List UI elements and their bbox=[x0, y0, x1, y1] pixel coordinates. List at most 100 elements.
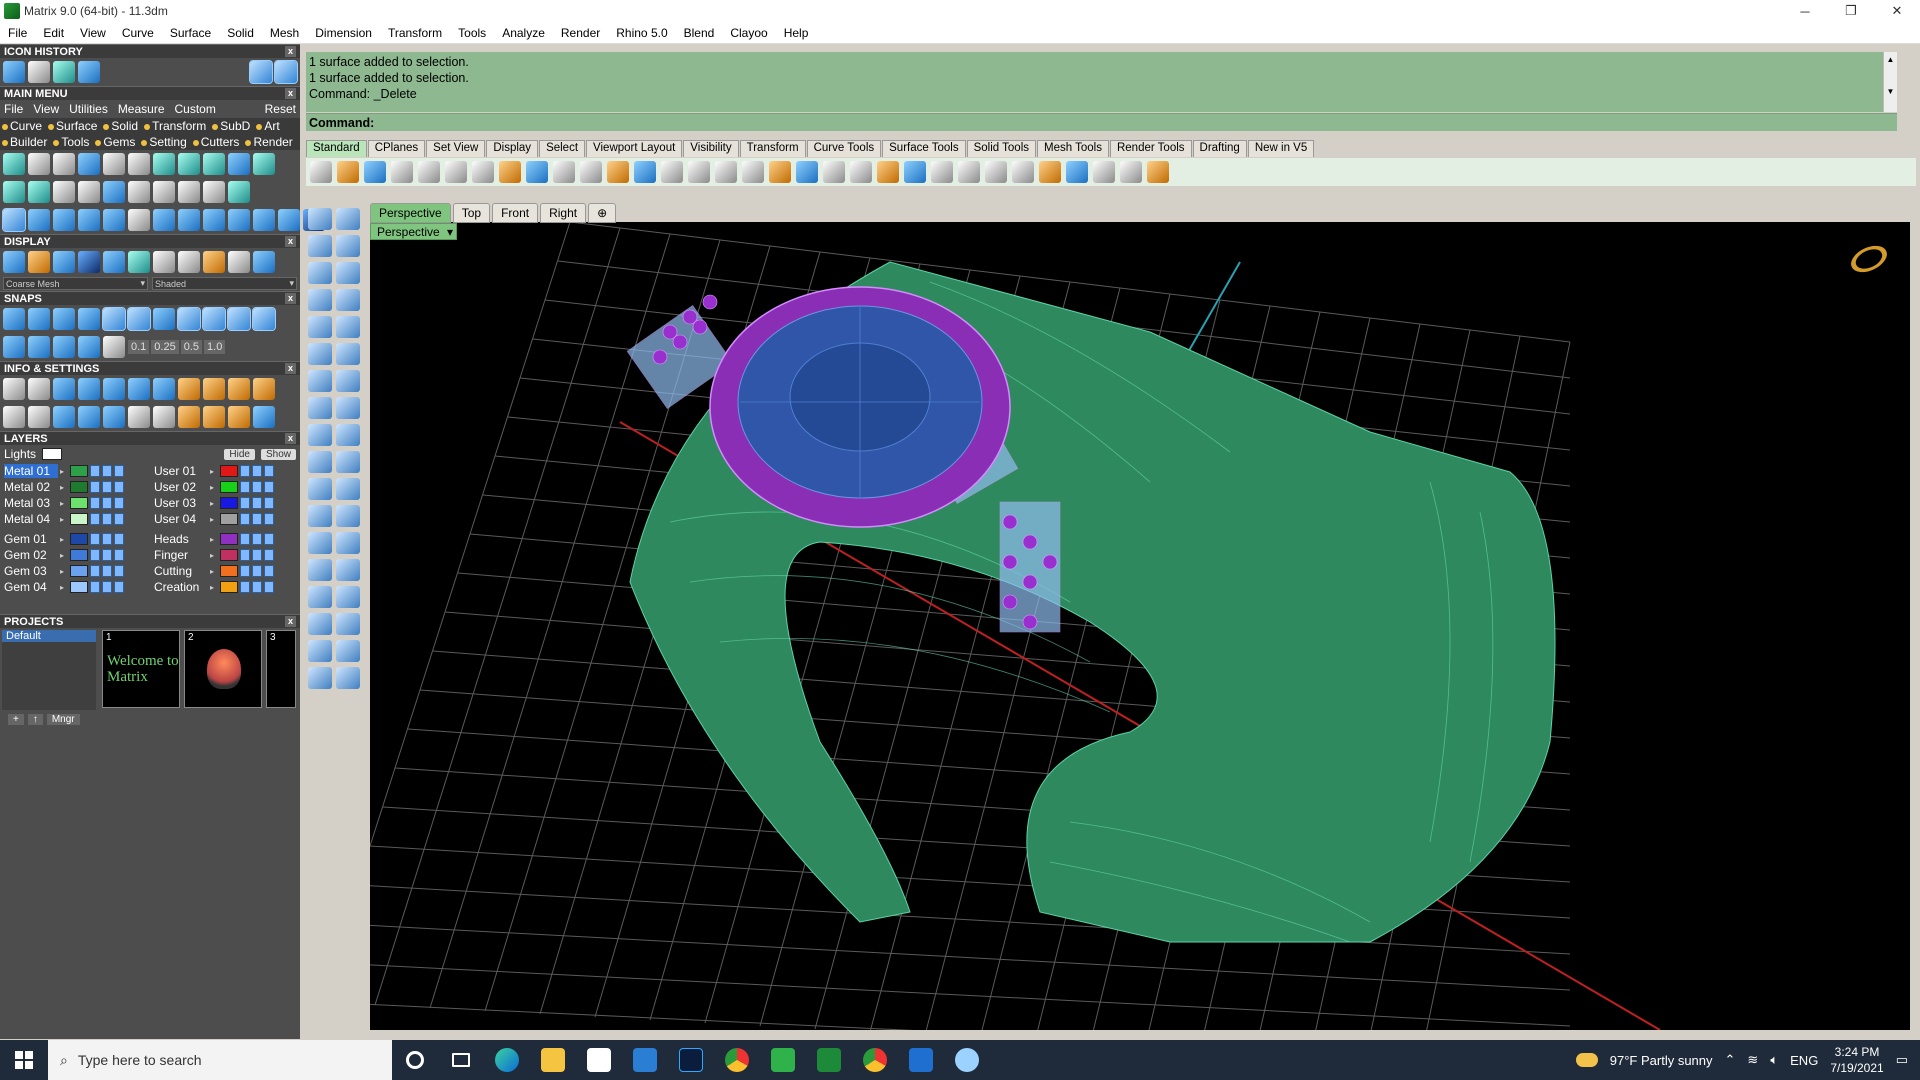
scrollbar[interactable]: ▲ ▼ bbox=[1883, 52, 1897, 112]
cylinder-icon[interactable] bbox=[78, 406, 100, 428]
chain-icon[interactable] bbox=[3, 181, 25, 203]
ortho-icon[interactable] bbox=[252, 307, 276, 331]
menu-analyze[interactable]: Analyze bbox=[494, 26, 553, 40]
move-icon[interactable] bbox=[128, 209, 150, 231]
mm-view[interactable]: View bbox=[33, 102, 59, 116]
extrude-icon[interactable] bbox=[336, 397, 360, 419]
visible-icon[interactable] bbox=[102, 497, 112, 509]
rhino-icon[interactable] bbox=[944, 1040, 990, 1080]
render-icon[interactable] bbox=[264, 481, 274, 493]
deform-icon[interactable] bbox=[308, 640, 332, 662]
layer-name[interactable]: Gem 04 bbox=[4, 580, 58, 594]
ghost-icon[interactable] bbox=[103, 251, 125, 273]
mm-cat-subd[interactable]: SubD bbox=[212, 119, 250, 133]
diamond-icon[interactable] bbox=[103, 336, 125, 358]
mm-cat-builder[interactable]: Builder bbox=[2, 135, 47, 149]
expand-arrow-icon[interactable]: ▸ bbox=[210, 515, 218, 524]
render-icon[interactable] bbox=[114, 465, 124, 477]
zoom-icon[interactable] bbox=[607, 161, 629, 183]
menu-help[interactable]: Help bbox=[776, 26, 817, 40]
grid-icon[interactable] bbox=[128, 153, 150, 175]
gear-icon[interactable] bbox=[1093, 161, 1115, 183]
blob-icon[interactable] bbox=[308, 478, 332, 500]
tab-top[interactable]: Top bbox=[452, 203, 491, 223]
pipe-icon[interactable] bbox=[336, 424, 360, 446]
render-icon[interactable] bbox=[264, 549, 274, 561]
perspective-viewport[interactable] bbox=[370, 222, 1910, 1030]
expand-arrow-icon[interactable]: ▸ bbox=[60, 483, 68, 492]
toolbar-tab[interactable]: Render Tools bbox=[1109, 140, 1192, 157]
mm-measure[interactable]: Measure bbox=[118, 102, 165, 116]
expand-arrow-icon[interactable]: ▸ bbox=[210, 583, 218, 592]
matrix-icon[interactable] bbox=[806, 1040, 852, 1080]
menu-blend[interactable]: Blend bbox=[676, 26, 723, 40]
close-icon[interactable]: x bbox=[285, 293, 296, 304]
toolbar-tab[interactable]: New in V5 bbox=[1247, 140, 1315, 157]
move-view-icon[interactable] bbox=[580, 161, 602, 183]
wing-icon[interactable] bbox=[103, 153, 125, 175]
mm-custom[interactable]: Custom bbox=[175, 102, 216, 116]
layer-color-swatch[interactable] bbox=[220, 513, 238, 525]
layer-name[interactable]: User 04 bbox=[154, 512, 208, 526]
blue-sphere-icon[interactable] bbox=[1039, 161, 1061, 183]
command-prompt[interactable]: Command: bbox=[306, 113, 1897, 131]
eraser-icon[interactable] bbox=[336, 667, 360, 689]
toolbar-tab[interactable]: Display bbox=[486, 140, 539, 157]
lights-swatch[interactable] bbox=[42, 448, 63, 460]
table-icon[interactable] bbox=[3, 406, 25, 428]
material-icon[interactable] bbox=[931, 161, 953, 183]
zoom-selected-icon[interactable] bbox=[688, 161, 710, 183]
menu-render[interactable]: Render bbox=[553, 26, 608, 40]
crop-icon[interactable] bbox=[278, 209, 300, 231]
snap-knot-icon[interactable] bbox=[227, 307, 251, 331]
layer-row[interactable]: Metal 01 ▸ bbox=[4, 463, 146, 479]
mm-cat-solid[interactable]: Solid bbox=[103, 119, 138, 133]
arc-icon[interactable] bbox=[28, 209, 50, 231]
layer-name[interactable]: Cutting bbox=[154, 564, 208, 578]
expand-arrow-icon[interactable]: ▸ bbox=[60, 567, 68, 576]
columns-icon[interactable] bbox=[78, 209, 100, 231]
menu-curve[interactable]: Curve bbox=[114, 26, 162, 40]
chrome-icon[interactable] bbox=[714, 1040, 760, 1080]
render-icon[interactable] bbox=[114, 533, 124, 545]
visible-icon[interactable] bbox=[252, 581, 262, 593]
hand-icon[interactable] bbox=[308, 424, 332, 446]
sphere-icon[interactable] bbox=[3, 153, 25, 175]
group-icon[interactable] bbox=[336, 559, 360, 581]
tree-icon[interactable] bbox=[28, 181, 50, 203]
close-icon[interactable]: x bbox=[285, 236, 296, 247]
snap-mid-icon[interactable] bbox=[78, 308, 100, 330]
grid-icon[interactable] bbox=[3, 61, 25, 83]
snap-center-icon[interactable] bbox=[102, 307, 126, 331]
grid-icon[interactable] bbox=[78, 181, 100, 203]
render-icon[interactable] bbox=[264, 565, 274, 577]
lock-icon[interactable] bbox=[90, 497, 100, 509]
render-icon[interactable] bbox=[264, 465, 274, 477]
arc-icon[interactable] bbox=[336, 316, 360, 338]
menu-edit[interactable]: Edit bbox=[35, 26, 72, 40]
silver-sphere-icon[interactable] bbox=[228, 251, 250, 273]
layer-row[interactable]: User 04 ▸ bbox=[154, 511, 296, 527]
snap-value[interactable]: 0.1 bbox=[128, 340, 150, 354]
layer-color-swatch[interactable] bbox=[220, 465, 238, 477]
layer-name[interactable]: Metal 02 bbox=[4, 480, 58, 494]
viewport-title-menu[interactable]: Perspective bbox=[370, 223, 457, 240]
four-view-icon[interactable] bbox=[742, 161, 764, 183]
zoom-icon[interactable] bbox=[28, 378, 50, 400]
menu-transform[interactable]: Transform bbox=[380, 26, 450, 40]
bead-icon[interactable] bbox=[203, 181, 225, 203]
visible-icon[interactable] bbox=[252, 497, 262, 509]
light-icon[interactable] bbox=[877, 161, 899, 183]
expand-arrow-icon[interactable]: ▸ bbox=[60, 499, 68, 508]
snap-value[interactable]: 1.0 bbox=[204, 340, 226, 354]
curve-icon[interactable] bbox=[308, 505, 332, 527]
store-icon[interactable] bbox=[576, 1040, 622, 1080]
grid-snap-icon[interactable] bbox=[3, 336, 25, 358]
project-default[interactable]: Default bbox=[2, 630, 96, 642]
layer-color-swatch[interactable] bbox=[220, 581, 238, 593]
layer-name[interactable]: User 01 bbox=[154, 464, 208, 478]
snap-quad-icon[interactable] bbox=[202, 307, 226, 331]
mm-utilities[interactable]: Utilities bbox=[69, 102, 108, 116]
sun-icon[interactable] bbox=[28, 251, 50, 273]
sphere-icon[interactable] bbox=[228, 181, 250, 203]
